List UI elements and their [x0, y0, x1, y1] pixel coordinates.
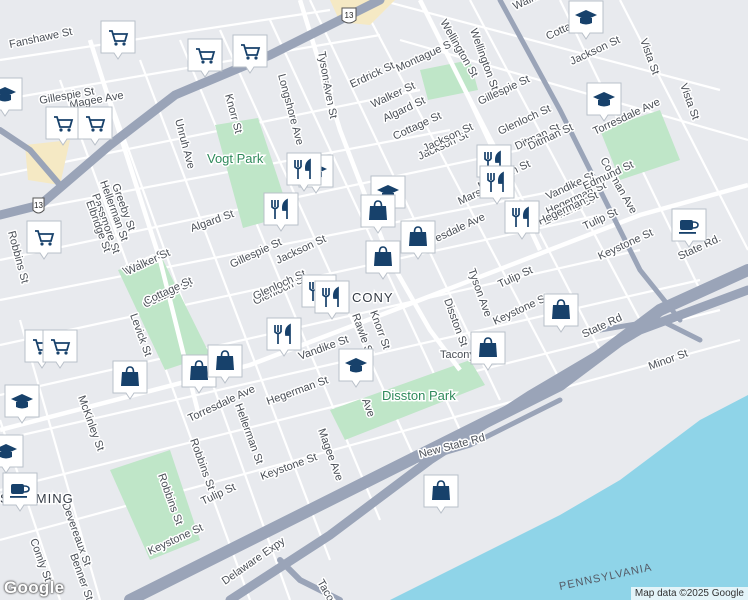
cafe-marker[interactable] [2, 472, 38, 512]
grocery-marker[interactable] [77, 106, 113, 146]
school-marker[interactable] [568, 0, 604, 40]
park-label-vogt: Vogt Park [207, 151, 264, 166]
neighborhood-label-tacony: Tacony [440, 349, 475, 361]
map-canvas[interactable]: 13 13 Fanshawe StMagee AveGillespie StRo… [0, 0, 748, 600]
restaurant-marker[interactable] [266, 317, 302, 357]
park-label-disston: Disston Park [382, 388, 456, 403]
google-logo: Google [4, 578, 65, 597]
route-shield-label: 13 [345, 11, 354, 20]
route-shield-label: 13 [34, 201, 43, 210]
school-marker[interactable] [338, 348, 374, 388]
grocery-marker[interactable] [100, 20, 136, 60]
shopping-marker[interactable] [423, 474, 459, 514]
restaurant-marker[interactable] [286, 152, 322, 192]
map-attribution: Map data ©2025 Google [630, 587, 748, 600]
shopping-marker[interactable] [207, 344, 243, 384]
school-marker[interactable] [4, 384, 40, 424]
shopping-marker[interactable] [360, 194, 396, 234]
grocery-marker[interactable] [45, 106, 81, 146]
shopping-marker[interactable] [112, 360, 148, 400]
school-marker[interactable] [0, 434, 24, 474]
restaurant-marker[interactable] [479, 165, 515, 205]
shopping-marker[interactable] [543, 293, 579, 333]
neighborhood-label-tacony-partial: CONY [352, 290, 394, 305]
grocery-marker[interactable] [232, 34, 268, 74]
restaurant-marker[interactable] [263, 192, 299, 232]
grocery-marker[interactable] [42, 329, 78, 369]
school-marker[interactable] [0, 77, 23, 117]
shopping-marker[interactable] [400, 220, 436, 260]
cafe-marker[interactable] [671, 208, 707, 248]
restaurant-marker[interactable] [504, 200, 540, 240]
school-marker[interactable] [586, 82, 622, 122]
restaurant-marker[interactable] [314, 280, 350, 320]
shopping-marker[interactable] [470, 331, 506, 371]
grocery-marker[interactable] [187, 38, 223, 78]
shopping-marker[interactable] [365, 240, 401, 280]
grocery-marker[interactable] [26, 220, 62, 260]
